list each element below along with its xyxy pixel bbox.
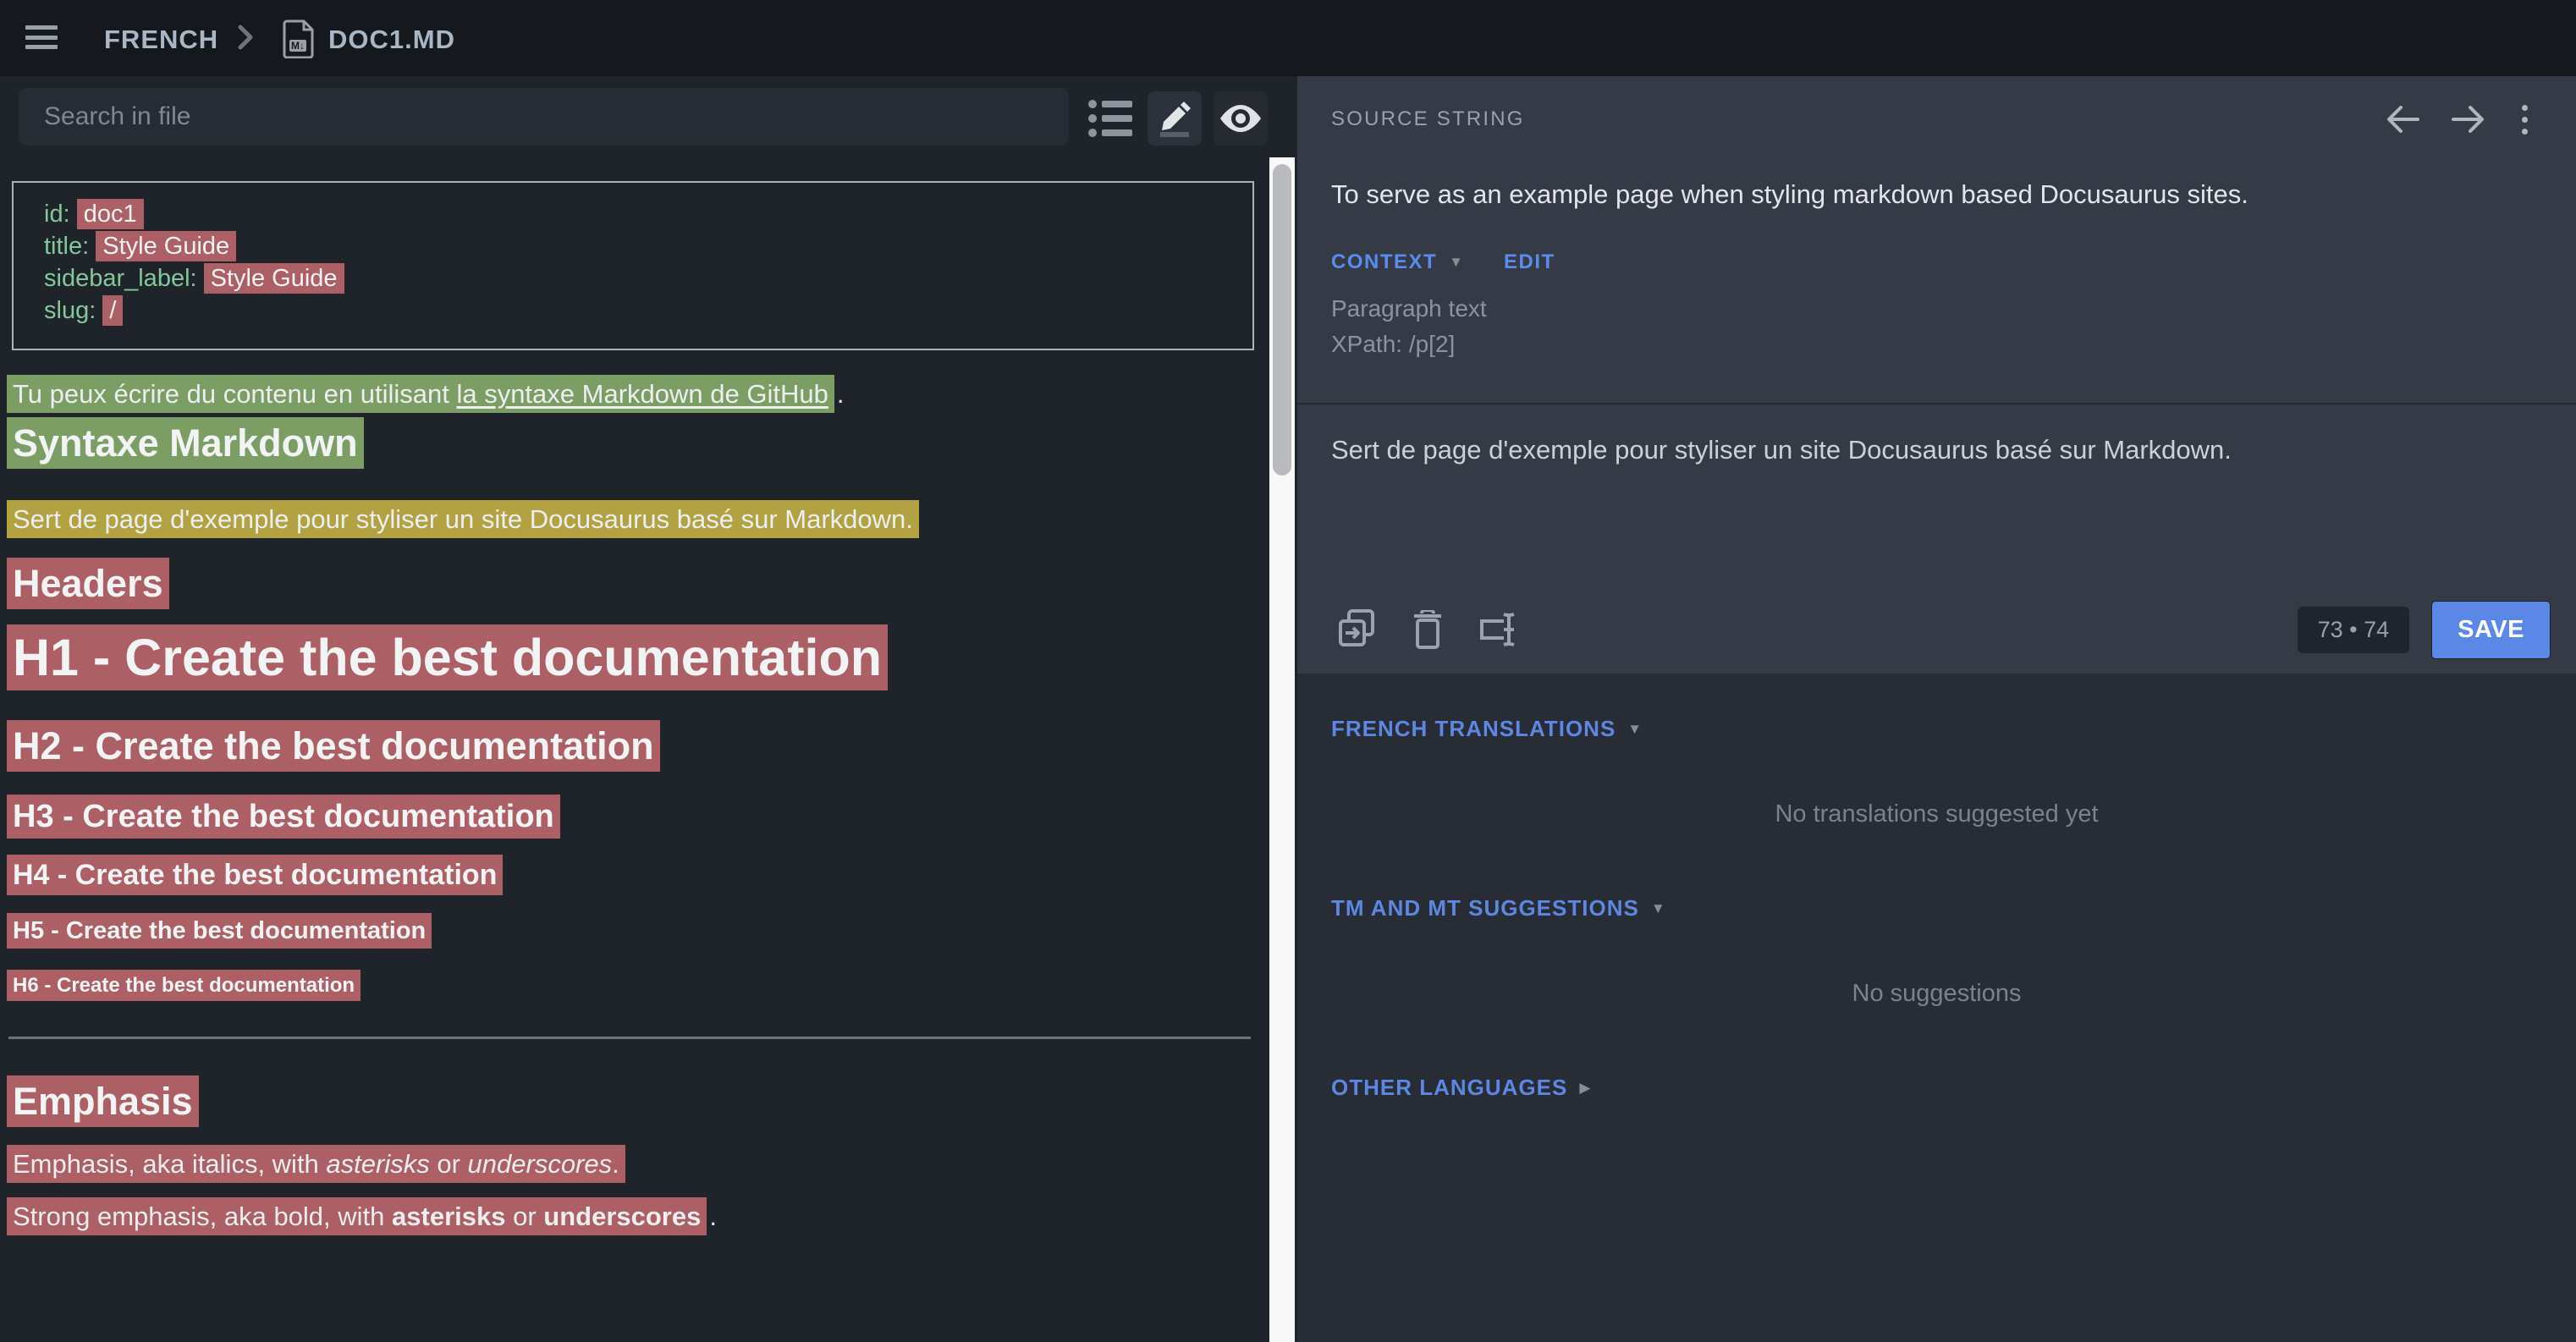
frontmatter-key: title:: [44, 233, 96, 260]
other-languages-toggle[interactable]: OTHER LANGUAGES ▶: [1331, 1075, 1590, 1101]
chevron-down-icon: ▼: [1627, 721, 1642, 738]
copy-source-icon: [1337, 609, 1376, 650]
markdown-file-icon: M↓: [283, 19, 315, 58]
eye-icon: [1220, 105, 1261, 132]
frontmatter-line: slug: /: [44, 294, 1236, 327]
doc-paragraph-intro: Tu peux écrire du contenu en utilisant l…: [7, 379, 1256, 410]
tm-empty-state: No suggestions: [1297, 980, 2576, 1008]
doc-string[interactable]: Emphasis, aka italics, with asterisks or…: [7, 1145, 625, 1183]
doc-string[interactable]: Headers: [7, 558, 169, 609]
next-string-button[interactable]: [2449, 100, 2488, 139]
context-xpath: XPath: /p[2]: [1331, 327, 1487, 362]
document-pane: id: doc1title: Style Guidesidebar_label:…: [0, 76, 1269, 1342]
frontmatter-line: title: Style Guide: [44, 230, 1236, 262]
search-input[interactable]: [19, 88, 1069, 146]
breadcrumb-project[interactable]: FRENCH: [104, 25, 218, 55]
top-bar: FRENCH M↓ DOC1.MD: [0, 0, 2576, 76]
doc-string[interactable]: H1 - Create the best documentation: [7, 624, 888, 690]
context-type: Paragraph text: [1331, 291, 1487, 327]
frontmatter-line: sidebar_label: Style Guide: [44, 262, 1236, 294]
doc-string[interactable]: Tu peux écrire du contenu en utilisant l…: [7, 375, 834, 413]
edit-mode-button[interactable]: [1148, 91, 1202, 146]
doc-string[interactable]: H2 - Create the best documentation: [7, 720, 660, 772]
frontmatter-value-string[interactable]: Style Guide: [96, 231, 236, 261]
svg-text:M↓: M↓: [291, 40, 305, 52]
edit-context-link[interactable]: EDIT: [1504, 250, 1555, 274]
doc-heading-h2: H2 - Create the best documentation: [7, 724, 1256, 768]
doc-string[interactable]: H5 - Create the best documentation: [7, 913, 432, 949]
frontmatter-value-string[interactable]: Style Guide: [204, 263, 344, 294]
source-string-card: SOURCE STRING To serve as an example pag…: [1297, 76, 2576, 674]
doc-paragraph-strong-emphasis: Strong emphasis, aka bold, with asterisk…: [7, 1202, 1256, 1232]
translations-empty-state: No translations suggested yet: [1297, 800, 2576, 828]
chevron-right-icon: [230, 20, 259, 54]
doc-heading-h6: H6 - Create the best documentation: [7, 974, 1256, 998]
breadcrumb-file[interactable]: DOC1.MD: [328, 25, 455, 55]
preview-mode-button[interactable]: [1214, 91, 1268, 146]
doc-string-trailing: .: [709, 1202, 717, 1231]
doc-string[interactable]: H4 - Create the best documentation: [7, 855, 503, 895]
scrollbar-thumb[interactable]: [1273, 164, 1291, 476]
translation-input[interactable]: Sert de page d'exemple pour styliser un …: [1331, 432, 2542, 469]
doc-heading-h5: H5 - Create the best documentation: [7, 917, 1256, 945]
tm-mt-suggestions-toggle[interactable]: TM AND MT SUGGESTIONS ▼: [1331, 895, 1665, 921]
context-toggle[interactable]: CONTEXT: [1331, 250, 1437, 274]
doc-heading-emphasis: Emphasis: [7, 1080, 1256, 1124]
doc-paragraph-emphasis: Emphasis, aka italics, with asterisks or…: [7, 1149, 1256, 1180]
frontmatter-key: slug:: [44, 297, 102, 324]
doc-string[interactable]: Syntaxe Markdown: [7, 417, 364, 469]
more-options-icon[interactable]: [2510, 100, 2539, 139]
frontmatter-block: id: doc1title: Style Guidesidebar_label:…: [12, 181, 1254, 350]
source-string-text: To serve as an example page when styling…: [1331, 176, 2542, 213]
chevron-down-icon: ▼: [1449, 254, 1463, 271]
doc-string[interactable]: Emphasis: [7, 1075, 199, 1127]
previous-string-button[interactable]: [2383, 100, 2422, 139]
select-text-button[interactable]: [1478, 609, 1519, 650]
translation-panel: SOURCE STRING To serve as an example pag…: [1297, 76, 2576, 1342]
doc-string[interactable]: Sert de page d'exemple pour styliser un …: [7, 500, 919, 538]
source-translation-divider: [1297, 403, 2576, 404]
doc-heading-h3: H3 - Create the best documentation: [7, 799, 1256, 835]
translation-toolbar: 73 • 74 SAVE: [1336, 596, 2551, 663]
context-info: Paragraph text XPath: /p[2]: [1331, 291, 1487, 362]
document-preview: id: doc1title: Style Guidesidebar_label:…: [0, 176, 1269, 1342]
pencil-icon: [1157, 100, 1192, 137]
save-button[interactable]: SAVE: [2431, 601, 2551, 659]
frontmatter-key: id:: [44, 201, 77, 228]
arrow-right-icon: [2450, 102, 2487, 136]
delete-translation-button[interactable]: [1407, 609, 1448, 650]
list-icon: [1088, 99, 1132, 138]
string-list-button[interactable]: [1083, 91, 1137, 146]
arrow-left-icon: [2384, 102, 2421, 136]
menu-icon[interactable]: [25, 25, 58, 49]
left-pane-scrollbar[interactable]: [1269, 157, 1295, 1342]
doc-heading-headers: Headers: [7, 562, 1256, 606]
suggestions-section: FRENCH TRANSLATIONS ▼ No translations su…: [1297, 674, 2576, 1342]
copy-source-button[interactable]: [1336, 609, 1377, 650]
trash-icon: [1412, 610, 1443, 649]
doc-heading-syntaxe-markdown: Syntaxe Markdown: [7, 421, 1256, 465]
text-cursor-icon: [1478, 611, 1519, 648]
doc-heading-h4: H4 - Create the best documentation: [7, 859, 1256, 892]
frontmatter-value-string[interactable]: /: [102, 295, 123, 326]
doc-string[interactable]: H6 - Create the best documentation: [7, 970, 361, 1001]
character-counter: 73 • 74: [2298, 607, 2410, 653]
french-translations-toggle[interactable]: FRENCH TRANSLATIONS ▼: [1331, 716, 1642, 742]
chevron-right-small-icon: ▶: [1579, 1080, 1590, 1097]
frontmatter-key: sidebar_label:: [44, 265, 204, 292]
doc-string-trailing: .: [837, 379, 845, 409]
frontmatter-value-string[interactable]: doc1: [77, 199, 144, 229]
source-string-title: SOURCE STRING: [1331, 107, 1525, 131]
chevron-down-icon: ▼: [1651, 900, 1665, 917]
document-content: Tu peux écrire du contenu en utilisant l…: [7, 379, 1256, 1232]
frontmatter-line: id: doc1: [44, 198, 1236, 230]
doc-string[interactable]: H3 - Create the best documentation: [7, 795, 560, 839]
doc-paragraph-selected-string: Sert de page d'exemple pour styliser un …: [7, 504, 1256, 535]
doc-heading-h1: H1 - Create the best documentation: [7, 628, 1256, 687]
doc-divider: [8, 1037, 1251, 1039]
doc-string[interactable]: Strong emphasis, aka bold, with asterisk…: [7, 1197, 707, 1235]
